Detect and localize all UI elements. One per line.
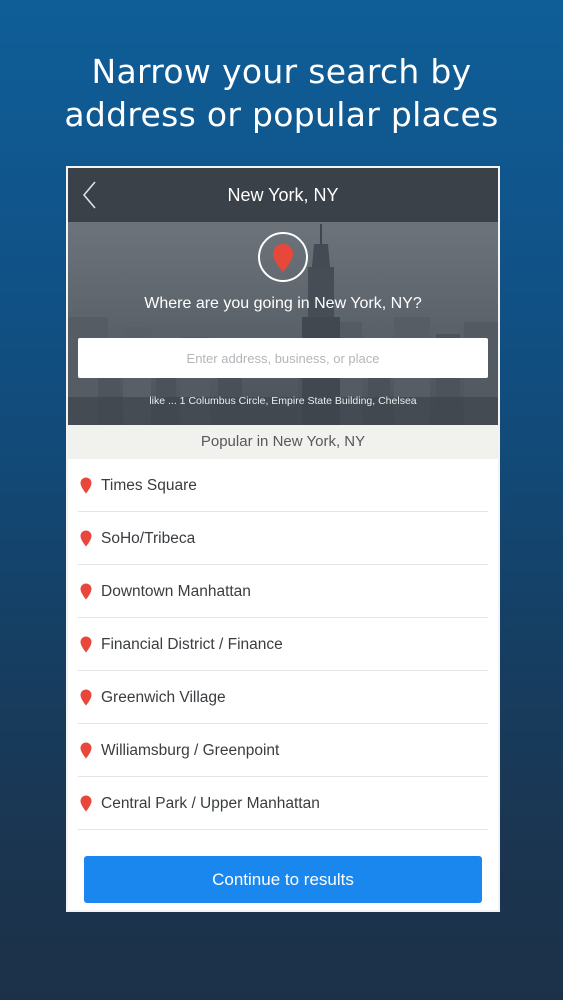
nav-bar: New York, NY bbox=[68, 168, 498, 222]
list-item[interactable]: Williamsburg / Greenpoint bbox=[78, 724, 488, 777]
search-input[interactable] bbox=[78, 338, 488, 378]
map-pin-icon bbox=[273, 244, 293, 272]
page-title: New York, NY bbox=[227, 185, 339, 205]
map-pin-icon bbox=[80, 636, 92, 653]
promo-headline-line-2: address or popular places bbox=[64, 95, 499, 134]
promo-headline-line-1: Narrow your search by bbox=[91, 52, 472, 91]
popular-places-list: Times Square SoHo/Tribeca Downtown Manha… bbox=[68, 459, 498, 830]
phone-screen: New York, NY Where are you going in New … bbox=[66, 166, 500, 912]
list-item-label: Downtown Manhattan bbox=[101, 583, 251, 600]
hero-banner: Where are you going in New York, NY? lik… bbox=[68, 222, 498, 425]
list-item[interactable]: SoHo/Tribeca bbox=[78, 512, 488, 565]
back-button[interactable] bbox=[80, 178, 106, 212]
promo-headline: Narrow your search by address or popular… bbox=[0, 50, 563, 136]
list-item[interactable]: Times Square bbox=[78, 459, 488, 512]
location-pin-badge bbox=[258, 232, 308, 282]
map-pin-icon bbox=[80, 742, 92, 759]
destination-question: Where are you going in New York, NY? bbox=[144, 295, 422, 312]
list-item-label: Central Park / Upper Manhattan bbox=[101, 795, 320, 812]
continue-to-results-button[interactable]: Continue to results bbox=[84, 856, 482, 903]
list-item-label: Williamsburg / Greenpoint bbox=[101, 742, 280, 759]
map-pin-icon bbox=[80, 477, 92, 494]
search-hint: like ... 1 Columbus Circle, Empire State… bbox=[149, 395, 417, 407]
list-item[interactable]: Financial District / Finance bbox=[78, 618, 488, 671]
list-item-label: SoHo/Tribeca bbox=[101, 530, 196, 547]
map-pin-icon bbox=[80, 795, 92, 812]
list-item-label: Times Square bbox=[101, 477, 197, 494]
list-item[interactable]: Downtown Manhattan bbox=[78, 565, 488, 618]
list-item[interactable]: Central Park / Upper Manhattan bbox=[78, 777, 488, 830]
list-item-label: Greenwich Village bbox=[101, 689, 226, 706]
chevron-left-icon bbox=[82, 181, 96, 209]
map-pin-icon bbox=[80, 530, 92, 547]
map-pin-icon bbox=[80, 689, 92, 706]
list-item-label: Financial District / Finance bbox=[101, 636, 283, 653]
list-item[interactable]: Greenwich Village bbox=[78, 671, 488, 724]
popular-section-header: Popular in New York, NY bbox=[68, 425, 498, 459]
map-pin-icon bbox=[80, 583, 92, 600]
